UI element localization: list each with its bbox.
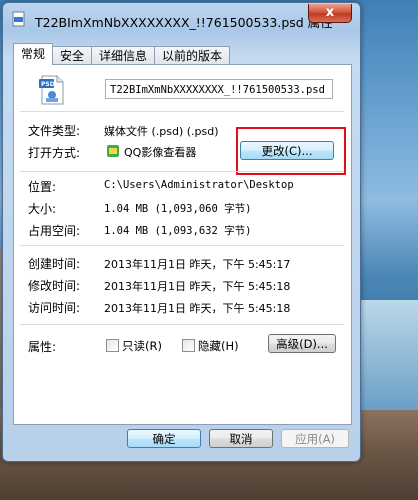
- tab-strip: 常规 安全 详细信息 以前的版本: [13, 43, 231, 65]
- open-with-value: QQ影像查看器: [124, 146, 197, 159]
- accessed-value: 2013年11月1日 昨天，下午 5:45:18: [104, 302, 291, 315]
- title-bar[interactable]: T22BImXmNbXXXXXXXX_!!761500533.psd 属性 x: [3, 3, 360, 33]
- apply-button[interactable]: 应用(A): [281, 429, 349, 448]
- psd-file-icon: PSD: [39, 75, 64, 105]
- svg-text:PSD: PSD: [41, 81, 55, 88]
- divider: [20, 324, 344, 325]
- size-label: 大小:: [28, 202, 57, 216]
- attributes-label: 属性:: [28, 340, 57, 354]
- tab-details[interactable]: 详细信息: [91, 46, 156, 65]
- readonly-checkbox[interactable]: [106, 339, 119, 352]
- location-value: C:\Users\Administrator\Desktop: [104, 179, 294, 191]
- tab-previous-versions[interactable]: 以前的版本: [154, 46, 231, 65]
- hidden-checkbox[interactable]: [182, 339, 195, 352]
- modified-label: 修改时间:: [28, 279, 81, 293]
- close-button[interactable]: x: [308, 4, 352, 23]
- properties-dialog: T22BImXmNbXXXXXXXX_!!761500533.psd 属性 x …: [2, 2, 361, 462]
- qq-image-viewer-icon: [107, 145, 119, 157]
- hidden-label: 隐藏(H): [198, 339, 239, 353]
- advanced-button[interactable]: 高级(D)...: [268, 334, 336, 353]
- file-type-label: 文件类型:: [28, 124, 81, 138]
- divider: [20, 111, 344, 112]
- window-title: T22BImXmNbXXXXXXXX_!!761500533.psd 属性: [35, 15, 333, 30]
- created-value: 2013年11月1日 昨天，下午 5:45:17: [104, 258, 291, 271]
- size-on-disk-label: 占用空间:: [28, 224, 81, 238]
- open-with-label: 打开方式:: [28, 146, 81, 160]
- readonly-label: 只读(R): [122, 339, 162, 353]
- size-on-disk-value: 1.04 MB (1,093,632 字节): [104, 225, 252, 237]
- created-label: 创建时间:: [28, 257, 81, 271]
- divider: [20, 171, 344, 172]
- tab-security[interactable]: 安全: [52, 46, 93, 65]
- file-icon: [12, 11, 25, 27]
- general-panel: PSD T22BImXmNbXXXXXXXX_!!761500533.psd 文…: [13, 64, 352, 425]
- ok-button[interactable]: 确定: [127, 429, 201, 448]
- cancel-button[interactable]: 取消: [209, 429, 273, 448]
- modified-value: 2013年11月1日 昨天，下午 5:45:18: [104, 280, 291, 293]
- highlight-box: [236, 127, 346, 175]
- accessed-label: 访问时间:: [28, 301, 81, 315]
- size-value: 1.04 MB (1,093,060 字节): [104, 203, 252, 215]
- divider: [20, 245, 344, 246]
- file-type-value: 媒体文件 (.psd) (.psd): [104, 125, 219, 138]
- tab-general[interactable]: 常规: [13, 43, 54, 65]
- filename-input[interactable]: T22BImXmNbXXXXXXXX_!!761500533.psd: [105, 79, 333, 99]
- location-label: 位置:: [28, 180, 57, 194]
